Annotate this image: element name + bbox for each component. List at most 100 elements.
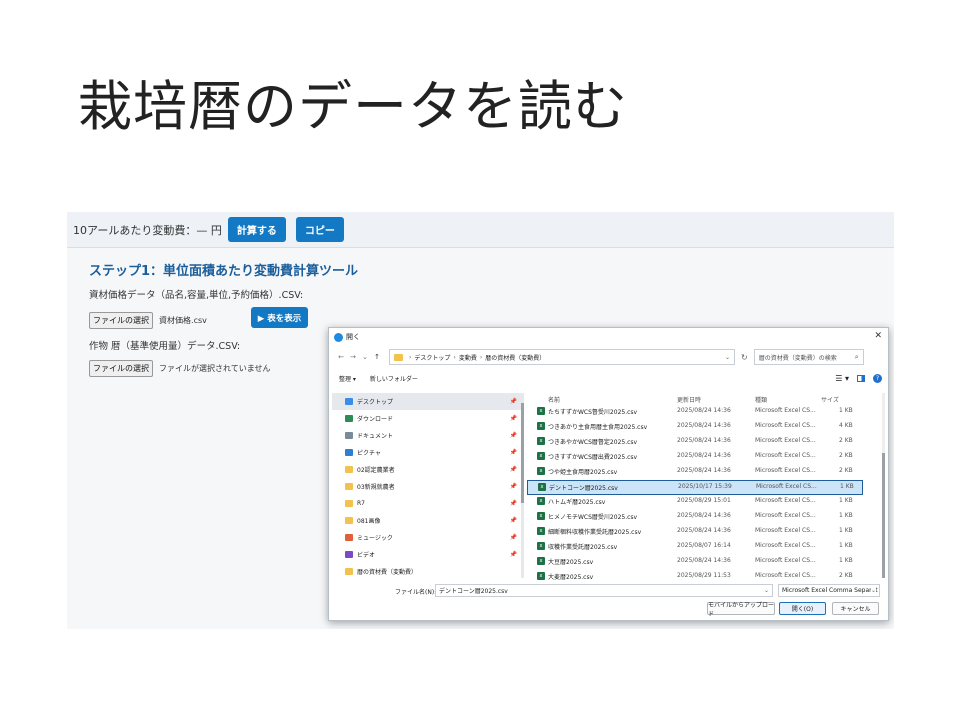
pin-icon: 📌 [509, 415, 517, 422]
organize-menu[interactable]: 整理 ▾ [339, 374, 356, 383]
chevron-down-icon[interactable]: ⌄ [764, 587, 769, 594]
copy-button[interactable]: コピー [295, 217, 344, 242]
nav-item[interactable]: ダウンロード 📌 [332, 410, 521, 427]
file-size: 1 KB [840, 483, 854, 490]
file-row[interactable]: x 細断梱料収穫作業受託暦2025.csv 2025/08/24 14:36 Micr… [527, 525, 863, 540]
forward-arrow-icon[interactable]: → [347, 353, 359, 361]
address-bar[interactable]: › デスクトップ › 変動費 › 暦の資材費（変動費） ⌄ [389, 349, 735, 365]
column-size[interactable]: サイズ [821, 395, 839, 404]
file-name: ハトムギ暦2025.csv [548, 499, 606, 506]
pin-icon: 📌 [509, 551, 517, 558]
calendar-file-select-button[interactable]: ファイルの選択 [89, 360, 153, 377]
open-button[interactable]: 開く(O) [779, 602, 826, 615]
up-arrow-icon[interactable]: ↑ [371, 353, 383, 361]
file-date: 2025/08/29 15:01 [677, 497, 731, 504]
price-file-select-button[interactable]: ファイルの選択 [89, 312, 153, 329]
refresh-icon[interactable]: ↻ [741, 353, 748, 362]
file-date: 2025/08/24 14:36 [677, 452, 731, 459]
close-icon[interactable]: ✕ [874, 331, 882, 341]
file-date: 2025/08/24 14:36 [677, 407, 731, 414]
file-list-scrollbar[interactable] [882, 393, 885, 578]
file-list-scrollbar-thumb[interactable] [882, 453, 885, 578]
breadcrumb-desktop[interactable]: デスクトップ [414, 353, 450, 362]
file-date: 2025/08/24 14:36 [677, 512, 731, 519]
file-row[interactable]: x つきあやかWCS暦督定2025.csv 2025/08/24 14:36 Micr… [527, 435, 863, 450]
search-input[interactable]: 暦の資材費（変動費）の検索 ⌕ [753, 349, 864, 365]
breadcrumb-current[interactable]: 暦の資材費（変動費） [485, 353, 545, 362]
price-data-label: 資材価格データ（品名,容量,単位,予約価格）.CSV: [89, 290, 304, 301]
file-row[interactable]: x つきすずかWCS暦出費2025.csv 2025/08/24 14:36 Micr… [527, 450, 863, 465]
filename-input[interactable]: デントコーン暦2025.csv ⌄ [435, 584, 773, 597]
pin-icon: 📌 [509, 432, 517, 439]
nav-item-label: ビデオ [357, 552, 376, 559]
column-name[interactable]: 名前 [548, 395, 560, 404]
nav-item[interactable]: ピクチャ 📌 [332, 444, 521, 461]
nav-item-label: ドキュメント [357, 433, 394, 440]
preview-pane-icon[interactable] [857, 374, 865, 382]
nav-scrollbar-thumb[interactable] [521, 403, 524, 503]
file-size: 4 KB [839, 422, 853, 429]
file-row[interactable]: x たちすずかWCS督受川2025.csv 2025/08/24 14:36 Micr… [527, 405, 863, 420]
filetype-select[interactable]: Microsoft Excel Comma Separat ⌄ [778, 584, 880, 597]
nav-item[interactable]: R7 📌 [332, 495, 521, 512]
dialog-title: 開く [346, 333, 360, 341]
file-list-header: 名前 更新日時 種類 サイズ [527, 393, 863, 405]
chevron-down-icon[interactable]: ⌄ [870, 587, 876, 594]
folder-icon [345, 517, 353, 524]
nav-item[interactable]: 081画像 📌 [332, 512, 521, 529]
nav-scrollbar[interactable] [521, 393, 524, 578]
calendar-data-label: 作物 暦（基準使用量）データ.CSV: [89, 341, 241, 352]
file-row[interactable]: x 収穫作業受託暦2025.csv 2025/08/07 16:14 Microsof… [527, 540, 863, 555]
folder-icon [345, 483, 353, 490]
filename-label: ファイル名(N): [395, 589, 437, 596]
back-arrow-icon[interactable]: ← [335, 353, 347, 361]
file-size: 1 KB [839, 512, 853, 519]
file-type: Microsoft Excel CS... [755, 452, 816, 459]
show-table-button[interactable]: ▶ 表を表示 [251, 307, 308, 328]
file-name: デントコーン暦2025.csv [549, 485, 618, 492]
pin-icon: 📌 [509, 398, 517, 405]
calendar-file-row: ファイルの選択 ファイルが選択されていません [89, 360, 271, 377]
video-icon [345, 551, 353, 558]
file-size: 1 KB [839, 542, 853, 549]
download-icon [345, 415, 353, 422]
file-row[interactable]: x デントコーン暦2025.csv 2025/10/17 15:39 Microsof… [527, 480, 863, 495]
pin-icon: 📌 [509, 534, 517, 541]
excel-csv-icon: x [537, 512, 545, 520]
nav-item-label: ミュージック [357, 535, 393, 542]
file-date: 2025/08/07 16:14 [677, 542, 731, 549]
help-icon[interactable]: ? [873, 373, 882, 383]
upload-from-mobile-button[interactable]: モバイルからアップロード [707, 602, 775, 618]
file-row[interactable]: x ハトムギ暦2025.csv 2025/08/29 15:01 Microsoft … [527, 495, 863, 510]
file-row[interactable]: x つや姫主食用暦2025.csv 2025/08/24 14:36 Microsof… [527, 465, 863, 480]
column-type[interactable]: 種類 [755, 395, 767, 404]
document-icon [345, 432, 353, 439]
file-row[interactable]: x 大豆暦2025.csv 2025/08/24 14:36 Microsoft Ex… [527, 555, 863, 570]
column-date[interactable]: 更新日時 [677, 395, 701, 404]
nav-item[interactable]: ドキュメント 📌 [332, 427, 521, 444]
file-name: 細断梱料収穫作業受託暦2025.csv [548, 529, 642, 536]
file-row[interactable]: x ヒメノモチWCS暦受川2025.csv 2025/08/24 14:36 Micr… [527, 510, 863, 525]
nav-item[interactable]: 02認定農業者 📌 [332, 461, 521, 478]
file-size: 2 KB [839, 467, 853, 474]
file-date: 2025/08/29 11:53 [677, 572, 731, 579]
cancel-button[interactable]: キャンセル [832, 602, 879, 615]
view-options-icon[interactable]: ☰ ▾ [835, 374, 849, 383]
nav-item[interactable]: デスクトップ 📌 [332, 393, 521, 410]
recent-chevron-icon[interactable]: ⌄ [359, 353, 371, 361]
calc-button[interactable]: 計算する [227, 217, 286, 242]
file-type: Microsoft Excel CS... [755, 407, 816, 414]
nav-item[interactable]: 暦の資材費（変動費） [332, 563, 521, 580]
breadcrumb-henkohi[interactable]: 変動費 [459, 353, 477, 362]
pin-icon: 📌 [509, 500, 517, 507]
nav-item[interactable]: 03新規就農者 📌 [332, 478, 521, 495]
file-size: 1 KB [839, 407, 853, 414]
excel-csv-icon: x [537, 452, 545, 460]
pin-icon: 📌 [509, 466, 517, 473]
nav-item[interactable]: ミュージック 📌 [332, 529, 521, 546]
price-file-row: ファイルの選択 資材価格.csv [89, 312, 207, 329]
chevron-down-icon[interactable]: ⌄ [725, 354, 730, 361]
new-folder-button[interactable]: 新しいフォルダー [370, 374, 418, 383]
nav-item[interactable]: ビデオ 📌 [332, 546, 521, 563]
file-row[interactable]: x つきあかり主食用暦主食用2025.csv 2025/08/24 14:36 Mic… [527, 420, 863, 435]
